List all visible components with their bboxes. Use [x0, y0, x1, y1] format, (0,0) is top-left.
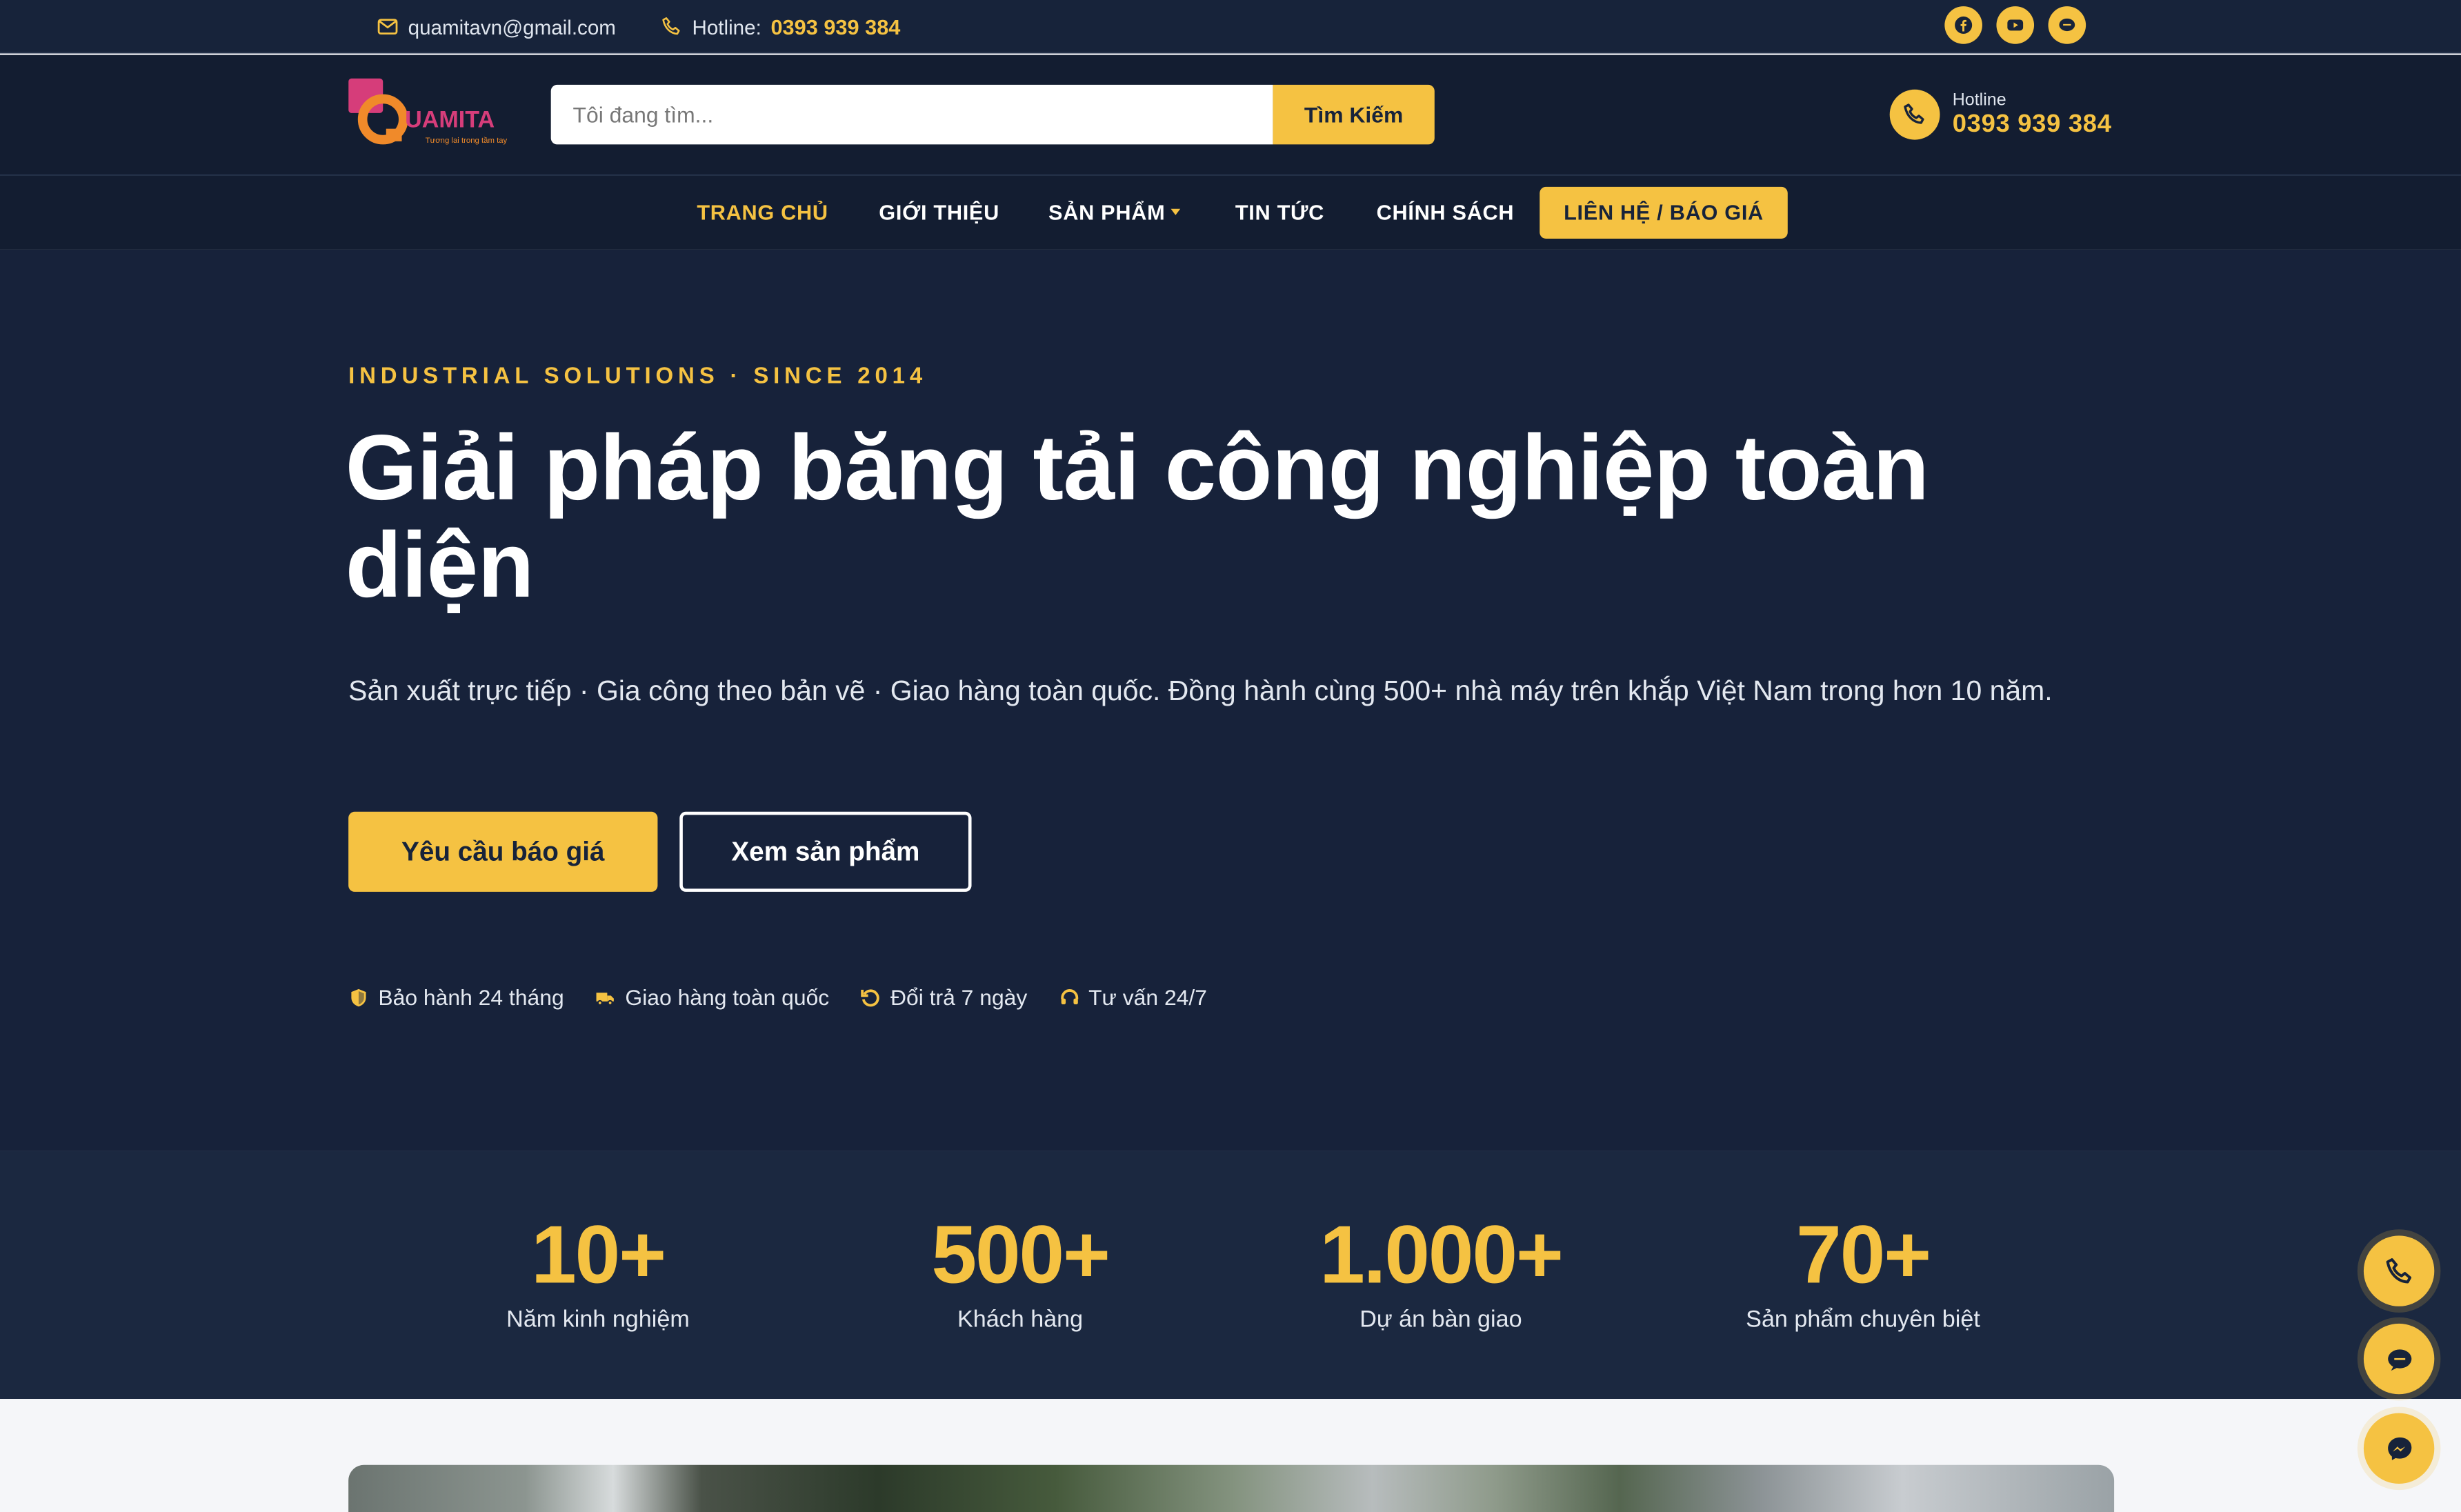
hotline-number: 0393 939 384 [770, 14, 901, 39]
phone-icon [2385, 1257, 2411, 1283]
email-text: quamitavn@gmail.com [408, 14, 616, 39]
search-button[interactable]: Tìm Kiếm [1273, 84, 1435, 145]
floating-phone-button[interactable] [2363, 1235, 2435, 1306]
hero-badges: Bảo hành 24 tháng Giao hàng toàn quốc Đổ… [348, 982, 1207, 1013]
hero-eyebrow: INDUSTRIAL SOLUTIONS · SINCE 2014 [348, 364, 928, 390]
view-products-button[interactable]: Xem sản phẩm [679, 811, 972, 892]
badge-warranty: Bảo hành 24 tháng [348, 982, 564, 1013]
header-hotline-label: Hotline [1952, 90, 2006, 110]
stat-experience: 10+ Năm kinh nghiệm [394, 1211, 802, 1333]
main-nav: TRANG CHỦ GIỚI THIỆU SẢN PHẨM TIN TỨC CH… [0, 175, 2461, 250]
search-bar: Tìm Kiếm [550, 84, 1435, 145]
badge-support: Tư vấn 24/7 [1059, 982, 1207, 1013]
stat-label: Dự án bàn giao [1359, 1306, 1522, 1333]
floating-messenger-button[interactable] [2363, 1413, 2435, 1484]
stat-label: Khách hàng [957, 1306, 1084, 1333]
stat-value: 1.000+ [1319, 1210, 1564, 1302]
hotline-label: Hotline: [692, 14, 761, 39]
stat-label: Năm kinh nghiệm [506, 1306, 690, 1333]
stat-value: 70+ [1796, 1210, 1931, 1302]
youtube-icon[interactable] [1996, 6, 2035, 44]
nav-item-products-label: SẢN PHẨM [1048, 201, 1166, 225]
header-hotline-number: 0393 939 384 [1952, 110, 2112, 138]
nav-item-policy[interactable]: CHÍNH SÁCH [1377, 176, 1515, 250]
nav-item-home[interactable]: TRANG CHỦ [697, 176, 828, 250]
badge-support-label: Tư vấn 24/7 [1088, 984, 1207, 1010]
mail-icon [377, 19, 398, 35]
search-input[interactable] [550, 84, 1273, 145]
stat-value: 10+ [531, 1210, 666, 1302]
chat-icon[interactable] [2048, 6, 2086, 44]
header-hotline[interactable]: Hotline 0393 939 384 [1889, 88, 2112, 141]
badge-return-label: Đổi trả 7 ngày [890, 984, 1028, 1010]
stat-customers: 500+ Khách hàng [816, 1211, 1224, 1333]
stat-label: Sản phẩm chuyên biệt [1746, 1306, 1980, 1333]
nav-item-about[interactable]: GIỚI THIỆU [879, 176, 999, 250]
badge-delivery-label: Giao hàng toàn quốc [625, 984, 830, 1010]
zalo-chat-icon [2387, 1349, 2411, 1370]
stats-section: 10+ Năm kinh nghiệm 500+ Khách hàng 1.00… [0, 1151, 2461, 1400]
hero-title: Giải pháp băng tải công nghiệp toàn diện [345, 416, 1929, 617]
site-header: UAMITA Tương lai trong tầm tay Tìm Kiếm … [0, 54, 2461, 176]
hotline-contact[interactable]: Hotline: 0393 939 384 [661, 0, 900, 53]
badge-warranty-label: Bảo hành 24 tháng [378, 984, 564, 1010]
badge-delivery: Giao hàng toàn quốc [595, 982, 829, 1013]
chevron-down-icon [1171, 209, 1182, 216]
floating-zalo-button[interactable] [2363, 1323, 2435, 1395]
contact-quote-button[interactable]: LIÊN HỆ / BÁO GIÁ [1540, 186, 1788, 239]
stat-projects: 1.000+ Dự án bàn giao [1237, 1211, 1645, 1333]
request-quote-button[interactable]: Yêu cầu báo giá [348, 811, 658, 892]
top-bar: quamitavn@gmail.com Hotline: 0393 939 38… [0, 0, 2461, 54]
truck-icon [597, 991, 615, 1005]
messenger-icon [2387, 1436, 2411, 1460]
phone-icon [662, 17, 680, 35]
logo-tagline: Tương lai trong tầm tay [426, 137, 508, 145]
content-section [0, 1399, 2461, 1512]
nav-item-products[interactable]: SẢN PHẨM [1048, 176, 1182, 250]
shield-icon [351, 988, 366, 1006]
stat-products: 70+ Sản phẩm chuyên biệt [1659, 1211, 2067, 1333]
phone-icon [1889, 89, 1940, 140]
factory-photo [348, 1464, 2115, 1512]
headset-icon [1060, 988, 1078, 1004]
hero-section: INDUSTRIAL SOLUTIONS · SINCE 2014 Giải p… [0, 249, 2461, 1151]
badge-return: Đổi trả 7 ngày [861, 982, 1028, 1013]
logo-text: UAMITA [405, 106, 495, 132]
email-contact[interactable]: quamitavn@gmail.com [377, 0, 616, 53]
nav-item-news[interactable]: TIN TỨC [1235, 176, 1324, 250]
stat-value: 500+ [931, 1210, 1110, 1302]
facebook-icon[interactable] [1944, 6, 1982, 44]
brand-logo[interactable]: UAMITA Tương lai trong tầm tay [348, 75, 521, 154]
hero-lead: Sản xuất trực tiếp · Gia công theo bản v… [348, 675, 2053, 707]
rotate-icon [861, 988, 880, 1006]
